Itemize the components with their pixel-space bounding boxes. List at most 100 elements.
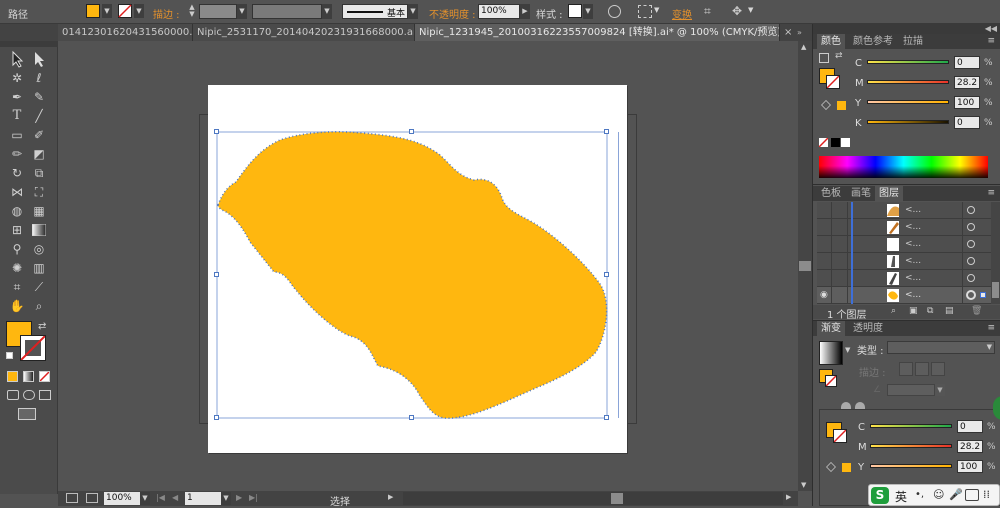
gradient-panel-menu-icon[interactable]: ≡ [987, 323, 995, 333]
target-icon[interactable] [967, 257, 975, 265]
layer-row[interactable] [817, 236, 991, 253]
gradient-type-select[interactable]: ▼ [887, 341, 995, 354]
angle-dropdown-icon[interactable]: ▼ [935, 384, 945, 396]
none-color-chip[interactable] [819, 138, 828, 147]
layers-scrollbar[interactable] [991, 202, 1000, 304]
channel-y-field[interactable]: 100 [954, 96, 980, 109]
tab-color[interactable]: 颜色 [817, 34, 845, 49]
layer-name[interactable]: <... [905, 256, 921, 266]
fill-stroke-toggle-icon[interactable] [819, 53, 829, 63]
layer-row[interactable] [817, 270, 991, 287]
export-icon[interactable] [86, 493, 98, 503]
float-channel-c-slider[interactable] [870, 424, 952, 428]
zoom-dropdown-icon[interactable]: ▼ [140, 492, 150, 505]
ime-mode-label[interactable]: 英 [895, 488, 907, 505]
artboard-navigation-icon[interactable] [66, 493, 78, 503]
status-menu-icon[interactable]: ▶ [388, 493, 393, 501]
float-nearest-color-swatch[interactable] [842, 463, 851, 472]
float-channel-m-slider[interactable] [870, 444, 952, 448]
channel-k-slider[interactable] [867, 120, 949, 124]
float-channel-m-field[interactable]: 28.2 [957, 440, 983, 453]
channel-y-slider[interactable] [867, 100, 949, 104]
selection-indicator[interactable] [980, 292, 986, 298]
ime-menu-icon[interactable]: ⁞⁞ [983, 488, 990, 501]
keyboard-icon[interactable] [965, 489, 979, 501]
out-of-gamut-icon[interactable] [821, 100, 831, 110]
white-color-chip[interactable] [841, 138, 850, 147]
tab-color-guide[interactable]: 颜色参考 [849, 34, 897, 49]
layer-row[interactable] [817, 202, 991, 219]
float-channel-y-field[interactable]: 100 [957, 460, 983, 473]
color-spectrum-bar[interactable] [819, 156, 988, 178]
horizontal-scroll-thumb[interactable] [611, 493, 623, 504]
layer-name[interactable]: <... [905, 273, 921, 283]
layers-scroll-thumb[interactable] [992, 282, 999, 298]
target-icon[interactable] [967, 274, 975, 282]
ime-logo[interactable]: S [871, 487, 889, 504]
black-color-chip[interactable] [831, 138, 840, 147]
tab-gradient[interactable]: 渐变 [817, 321, 845, 336]
gradient-type-dropdown-icon[interactable]: ▼ [987, 343, 992, 351]
dock-header[interactable]: ◀◀ [813, 24, 1000, 34]
stroke-gradient-within-icon[interactable] [899, 362, 913, 376]
stroke-gradient-across-icon[interactable] [931, 362, 945, 376]
float-channel-y-slider[interactable] [870, 464, 952, 468]
microphone-icon[interactable]: 🎤 [949, 488, 963, 501]
artboard-dropdown-icon[interactable]: ▼ [221, 492, 231, 505]
layers-panel-menu-icon[interactable]: ≡ [987, 188, 995, 198]
channel-m-field[interactable]: 28.2 [954, 76, 980, 89]
tab-brushes[interactable]: 画笔 [847, 186, 875, 201]
tab-layers[interactable]: 图层 [875, 186, 903, 201]
nearest-color-swatch[interactable] [837, 101, 846, 110]
tab-stroke[interactable]: 拉描 [899, 34, 927, 49]
clipping-mask-icon[interactable]: ▣ [909, 306, 918, 316]
swap-colors-icon[interactable]: ⇄ [835, 51, 843, 61]
first-artboard-icon[interactable]: |◀ [156, 493, 165, 502]
emoji-icon[interactable]: ☺ [933, 488, 944, 501]
zoom-field[interactable]: 100% [104, 492, 140, 505]
target-icon[interactable] [967, 223, 975, 231]
tab-swatches[interactable]: 色板 [817, 186, 845, 201]
layer-name[interactable]: <... [905, 222, 921, 232]
layer-row[interactable] [817, 253, 991, 270]
channel-m-slider[interactable] [867, 80, 949, 84]
locate-object-icon[interactable]: ⌕ [891, 306, 896, 316]
channel-c-slider[interactable] [867, 60, 949, 64]
previous-artboard-icon[interactable]: ◀ [172, 493, 178, 502]
layer-name[interactable]: <... [905, 239, 921, 249]
scroll-down-icon[interactable]: ▼ [801, 481, 806, 489]
channel-k-field[interactable]: 0 [954, 116, 980, 129]
vertical-scrollbar[interactable]: ▲ ▼ [798, 41, 812, 491]
stroke-gradient-along-icon[interactable] [915, 362, 929, 376]
last-artboard-icon[interactable]: ▶| [249, 493, 258, 502]
collapse-dock-icon[interactable]: ◀◀ [985, 24, 997, 33]
layer-row[interactable] [817, 219, 991, 236]
vertical-scroll-thumb[interactable] [799, 261, 811, 271]
angle-field[interactable] [887, 384, 935, 396]
gradient-stroke-box[interactable] [825, 375, 837, 387]
color-panel-menu-icon[interactable]: ≡ [987, 36, 995, 46]
gradient-preview[interactable] [819, 341, 843, 365]
float-out-of-gamut-icon[interactable] [826, 462, 836, 472]
gradient-preset-dropdown-icon[interactable]: ▼ [845, 346, 850, 354]
scroll-right-icon[interactable]: ▶ [786, 493, 791, 501]
float-stroke-box[interactable] [833, 429, 847, 443]
layer-name[interactable]: <... [905, 290, 921, 300]
artboard-number-field[interactable]: 1 [185, 492, 221, 505]
delete-layer-icon[interactable]: 🗑 [971, 306, 982, 316]
next-artboard-icon[interactable]: ▶ [236, 493, 242, 502]
layer-row-selected[interactable] [817, 287, 991, 304]
channel-c-field[interactable]: 0 [954, 56, 980, 69]
float-channel-c-field[interactable]: 0 [957, 420, 983, 433]
new-layer-icon[interactable]: ▤ [945, 306, 954, 316]
new-sublayer-icon[interactable]: ⧉ [927, 306, 933, 316]
target-icon[interactable] [967, 206, 975, 214]
target-icon[interactable] [967, 240, 975, 248]
layer-name[interactable]: <... [905, 205, 921, 215]
horizontal-scrollbar[interactable] [403, 492, 783, 505]
color-stroke-box[interactable] [826, 75, 840, 89]
scroll-up-icon[interactable]: ▲ [801, 43, 806, 51]
punctuation-icon[interactable]: •, [915, 489, 924, 500]
tab-transparency[interactable]: 透明度 [849, 321, 887, 336]
target-icon-selected[interactable] [966, 290, 976, 300]
